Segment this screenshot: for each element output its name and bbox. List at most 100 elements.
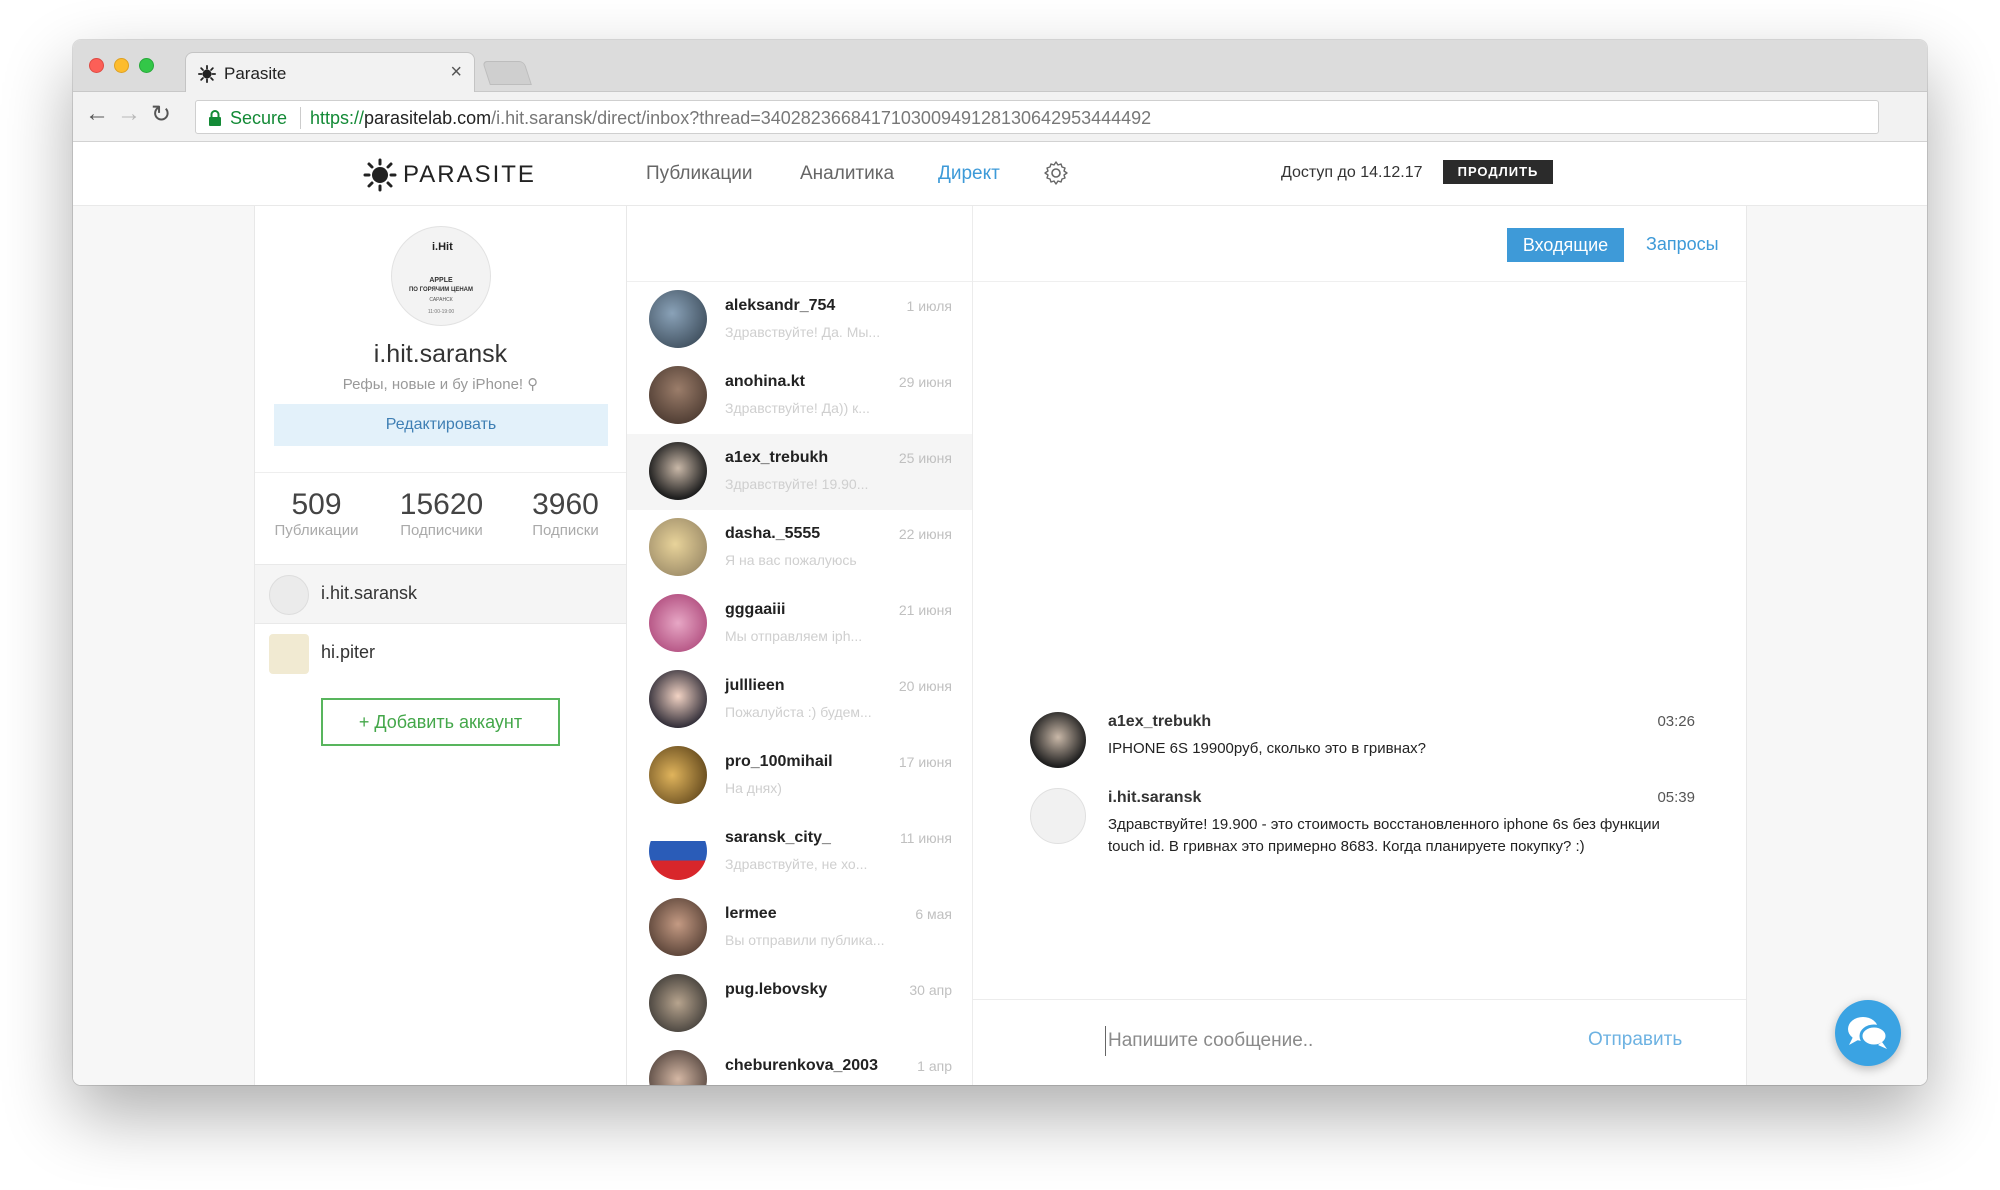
avatar — [649, 1050, 707, 1085]
address-bar[interactable]: Secure https://parasitelab.com/i.hit.sar… — [195, 100, 1879, 134]
conversation-panel: Входящие Запросы a1ex_trebukh 03:26 IPHO… — [973, 206, 1747, 1085]
stat-followers: 15620 Подписчики — [380, 488, 503, 539]
thread-item[interactable]: julllieen 20 июня Пожалуйста :) будем... — [627, 662, 972, 738]
thread-date: 30 апр — [909, 982, 952, 998]
thread-item[interactable]: pro_100mihail 17 июня На днях) — [627, 738, 972, 814]
thread-date: 1 апр — [917, 1058, 952, 1074]
tab-bar: Parasite × — [73, 40, 1927, 93]
avatar — [1030, 788, 1086, 844]
browser-tab[interactable]: Parasite × — [185, 52, 475, 93]
tab-inbox[interactable]: Входящие — [1507, 228, 1624, 262]
thread-name: julllieen — [725, 677, 785, 694]
thread-date: 11 июня — [899, 830, 952, 846]
message-text: IPHONE 6S 19900руб, сколько это в гривна… — [1108, 740, 1427, 757]
avatar — [649, 594, 707, 652]
thread-item[interactable]: anohina.kt 29 июня Здравствуйте! Да)) к.… — [627, 358, 972, 434]
thread-name: lermee — [725, 905, 777, 922]
parasite-favicon-icon — [198, 65, 216, 83]
avatar-line: 11:00-19:00 — [427, 309, 455, 315]
thread-preview: Здравствуйте, не хо... — [725, 856, 868, 872]
thread-name: gggaaiii — [725, 601, 786, 618]
renew-button[interactable]: ПРОДЛИТЬ — [1443, 160, 1553, 184]
stat-label: Подписки — [532, 522, 599, 539]
thread-name: pro_100mihail — [725, 753, 833, 770]
stat-value: 15620 — [399, 488, 484, 521]
account-name: i.hit.saransk — [321, 583, 418, 603]
account-item-i-hit-saransk[interactable]: i.hit.saransk — [255, 564, 626, 624]
tab-close-icon[interactable]: × — [450, 61, 462, 84]
support-chat-button[interactable] — [1835, 1000, 1901, 1066]
thread-name: dasha._5555 — [725, 525, 821, 542]
nav-direct[interactable]: Директ — [938, 163, 1000, 185]
avatar-brand: i.Hit — [432, 241, 453, 253]
thread-item[interactable]: pug.lebovsky 30 апр — [627, 966, 972, 1042]
profile-avatar[interactable]: i.Hit APPLE ПО ГОРЯЧИМ ЦЕНАМ САРАНСК 11:… — [391, 226, 491, 326]
close-window-button[interactable] — [89, 58, 104, 73]
message-input[interactable] — [1105, 1026, 1565, 1056]
url-path: /i.hit.saransk/direct/inbox?thread=34028… — [491, 108, 1152, 128]
thread-item[interactable]: lermee 6 мая Вы отправили публика... — [627, 890, 972, 966]
thread-name: cheburenkova_2003 — [725, 1057, 878, 1074]
browser-toolbar: ← → ↻ Secure https://parasitelab.com/i.h… — [73, 92, 1927, 142]
tab-requests[interactable]: Запросы — [1646, 234, 1719, 255]
tab-title: Parasite — [224, 64, 287, 83]
add-account-button[interactable]: + Добавить аккаунт — [321, 698, 560, 746]
divider — [255, 472, 626, 473]
logo-text[interactable]: PARASITE — [403, 161, 536, 189]
address-separator — [300, 107, 301, 129]
thread-date: 1 июля — [906, 298, 952, 314]
chat-bubbles-icon — [1848, 1017, 1889, 1049]
bio-text: Рефы, новые и бу iPhone! — [342, 376, 524, 393]
thread-date: 6 мая — [915, 906, 952, 922]
thread-item[interactable]: aleksandr_754 1 июля Здравствуйте! Да. М… — [627, 282, 972, 358]
maximize-window-button[interactable] — [139, 58, 154, 73]
stat-label: Публикации — [274, 522, 359, 539]
secure-label: Secure — [230, 108, 288, 128]
back-arrow-icon[interactable]: ← — [83, 100, 111, 128]
gear-icon[interactable] — [1043, 160, 1069, 186]
avatar — [649, 442, 707, 500]
thread-item[interactable]: gggaaiii 21 июня Мы отправляем iph... — [627, 586, 972, 662]
thread-name: aleksandr_754 — [725, 297, 836, 314]
forward-arrow-icon[interactable]: → — [115, 100, 143, 128]
message-time: 05:39 — [1657, 789, 1695, 806]
url-text[interactable]: https://parasitelab.com/i.hit.saransk/di… — [310, 108, 1151, 129]
edit-profile-button[interactable]: Редактировать — [274, 404, 608, 446]
send-button[interactable]: Отправить — [1588, 1029, 1682, 1051]
account-avatar — [269, 575, 309, 615]
thread-item[interactable]: dasha._5555 22 июня Я на вас пожалуюсь — [627, 510, 972, 586]
conversation-header: Входящие Запросы — [973, 206, 1746, 282]
account-name: hi.piter — [321, 642, 376, 662]
nav-analytics[interactable]: Аналитика — [800, 163, 894, 185]
thread-item[interactable]: cheburenkova_2003 1 апр — [627, 1042, 972, 1085]
stat-publications: 509 Публикации — [255, 488, 378, 539]
avatar-line: САРАНСК — [429, 297, 453, 303]
thread-preview: Вы отправили публика... — [725, 932, 885, 948]
thread-item[interactable]: a1ex_trebukh 25 июня Здравствуйте! 19.90… — [627, 434, 972, 510]
left-gutter — [73, 206, 254, 1085]
lock-icon — [209, 110, 221, 126]
message-time: 03:26 — [1657, 713, 1695, 730]
avatar — [649, 518, 707, 576]
avatar-line: ПО ГОРЯЧИМ ЦЕНАМ — [408, 287, 474, 293]
nav-publications[interactable]: Публикации — [646, 163, 753, 185]
thread-item[interactable]: saransk_city_ 11 июня Здравствуйте, не х… — [627, 814, 972, 890]
thread-date: 25 июня — [898, 450, 952, 466]
url-scheme: https:// — [310, 108, 365, 128]
stat-value: 509 — [291, 488, 342, 521]
new-tab-button[interactable] — [482, 61, 532, 85]
reload-icon[interactable]: ↻ — [147, 100, 175, 129]
thread-list: aleksandr_754 1 июля Здравствуйте! Да. М… — [627, 206, 973, 1085]
avatar — [649, 822, 707, 880]
message-composer: Отправить — [973, 999, 1746, 1085]
minimize-window-button[interactable] — [114, 58, 129, 73]
thread-name: anohina.kt — [725, 373, 806, 390]
avatar-line: APPLE — [429, 277, 453, 284]
thread-preview: Здравствуйте! Да. Мы... — [725, 324, 881, 340]
avatar — [649, 974, 707, 1032]
thread-preview: Пожалуйста :) будем... — [725, 704, 872, 720]
account-item-hi-piter[interactable]: hi.piter — [255, 624, 626, 684]
url-host: parasitelab.com — [364, 108, 492, 128]
profile-username: i.hit.saransk — [373, 340, 508, 368]
avatar — [649, 670, 707, 728]
